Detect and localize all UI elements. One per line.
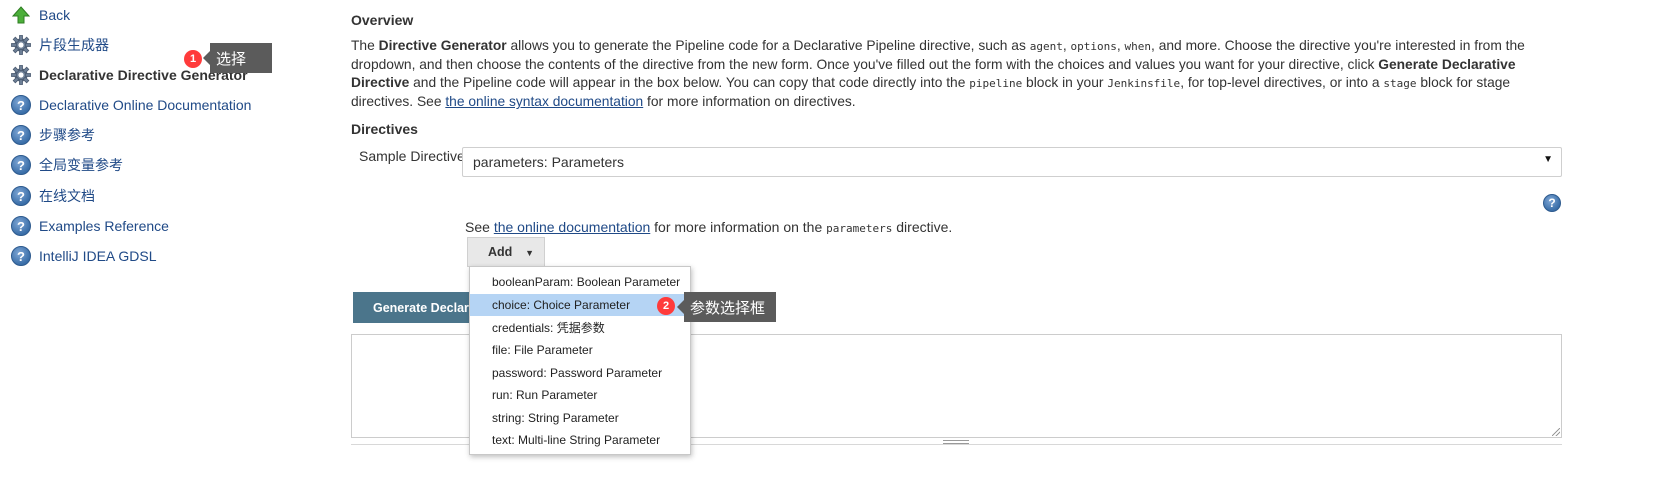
directives-heading: Directives (351, 121, 418, 137)
online-documentation-link[interactable]: the online documentation (494, 219, 650, 235)
menu-item-booleanparam[interactable]: booleanParam: Boolean Parameter (470, 271, 690, 294)
sidebar-item-intellij-idea-gdsl[interactable]: ? IntelliJ IDEA GDSL (10, 243, 157, 269)
resize-grip-icon[interactable] (1552, 428, 1560, 436)
sample-directive-label: Sample Directive (359, 148, 465, 164)
help-icon: ? (10, 124, 32, 146)
online-syntax-documentation-link[interactable]: the online syntax documentation (445, 94, 643, 109)
menu-item-string[interactable]: string: String Parameter (470, 407, 690, 430)
sample-directive-select[interactable]: parameters: Parameters ▼ (462, 147, 1562, 177)
callout-badge: 1 (184, 50, 202, 68)
generate-declarative-directive-button[interactable]: Generate Declarative Directive (353, 292, 475, 323)
sidebar-item-declarative-online-documentation[interactable]: ? Declarative Online Documentation (10, 92, 251, 118)
callout-label: 选择 (203, 43, 272, 73)
sidebar-item-label: 片段生成器 (39, 37, 109, 53)
help-icon: ? (10, 94, 32, 116)
parameters-doc-line: See the online documentation for more in… (465, 219, 953, 235)
overview-heading: Overview (351, 12, 414, 28)
overview-text: The Directive Generator allows you to ge… (351, 38, 1525, 109)
menu-item-credentials[interactable]: credentials: 凭据参数 (470, 316, 690, 339)
sidebar-item-label: IntelliJ IDEA GDSL (39, 248, 157, 264)
sidebar-item-global-variables-reference[interactable]: ? 全局变量参考 (10, 152, 123, 178)
callout-label: 参数选择框 (677, 292, 776, 322)
help-icon: ? (10, 185, 32, 207)
sidebar-item-online-docs[interactable]: ? 在线文档 (10, 183, 95, 209)
menu-item-text[interactable]: text: Multi-line String Parameter (470, 429, 690, 452)
help-icon: ? (10, 154, 32, 176)
menu-item-run[interactable]: run: Run Parameter (470, 384, 690, 407)
sidebar-item-examples-reference[interactable]: ? Examples Reference (10, 213, 169, 239)
gear-icon (10, 64, 32, 86)
sidebar-item-label: 在线文档 (39, 188, 95, 204)
sidebar-item-snippet-generator[interactable]: 片段生成器 (10, 32, 109, 58)
help-icon: ? (10, 215, 32, 237)
add-parameter-button[interactable]: Add ▼ (467, 237, 545, 267)
callout-badge: 2 (657, 297, 675, 315)
sidebar-item-back[interactable]: Back (10, 2, 70, 28)
add-button-label: Add (488, 245, 513, 259)
sidebar-item-label: Declarative Online Documentation (39, 97, 252, 113)
caret-down-icon: ▼ (525, 248, 534, 258)
up-arrow-icon (10, 4, 32, 26)
sample-directive-value: parameters: Parameters (473, 154, 624, 170)
dropdown-arrow-icon: ▼ (1543, 154, 1553, 165)
gear-icon (10, 34, 32, 56)
sidebar-item-label: Examples Reference (39, 218, 169, 234)
sidebar-item-label: 全局变量参考 (39, 157, 123, 173)
sidebar-item-label: Back (39, 7, 71, 23)
sidebar-item-steps-reference[interactable]: ? 步骤参考 (10, 122, 95, 148)
menu-item-file[interactable]: file: File Parameter (470, 339, 690, 362)
help-icon: ? (10, 245, 32, 267)
add-parameter-menu: booleanParam: Boolean Parameter choice: … (469, 266, 691, 455)
menu-item-password[interactable]: password: Password Parameter (470, 361, 690, 384)
resize-handle-icon[interactable] (943, 440, 969, 444)
sidebar-item-label: 步骤参考 (39, 127, 95, 143)
help-icon[interactable]: ? (1543, 194, 1561, 212)
